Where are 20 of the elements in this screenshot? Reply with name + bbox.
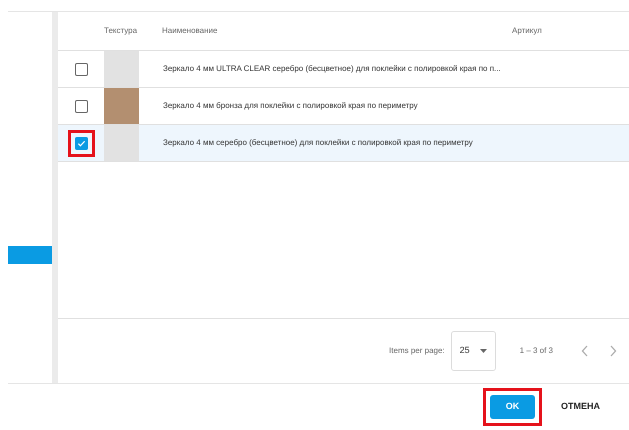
table-cell: Зеркало 4 мм серебро (бесцветное) для поклейки с полировкой края по периметру [163, 137, 473, 149]
checkbox[interactable] [74, 62, 88, 76]
table-row[interactable]: Зеркало 4 мм серебро (бесцветное) для поклейки с полировкой края по периметру [58, 125, 629, 162]
caret-icon [480, 349, 487, 353]
checkbox[interactable] [74, 136, 88, 150]
chevron-right-icon[interactable] [609, 345, 617, 357]
column-header: Текстура [104, 25, 138, 37]
items-per-page-label: Items per page: [389, 345, 445, 357]
table-cell: Зеркало 4 мм бронза для поклейки с полировкой края по периметру [163, 100, 418, 112]
column-header: Наименование [162, 25, 218, 37]
table-row[interactable]: Зеркало 4 мм бронза для поклейки с полировкой края по периметру [58, 88, 629, 125]
checkbox[interactable] [74, 100, 88, 112]
page-size-select[interactable]: 25 [450, 331, 496, 371]
table-cell: Зеркало 4 мм ULTRA CLEAR серебро (бесцветное) для поклейки с полировкой края по п... [163, 63, 501, 75]
column-header: Артикул [512, 25, 542, 37]
cancel-button[interactable]: ОТМЕНА [557, 395, 604, 419]
table-row[interactable]: Зеркало 4 мм ULTRA CLEAR серебро (бесцветное) для поклейки с полировкой края по п... [58, 51, 629, 88]
chevron-left-icon[interactable] [581, 345, 589, 357]
page-range: 1 – 3 of 3 [520, 345, 553, 357]
checkmark-icon [76, 138, 86, 148]
